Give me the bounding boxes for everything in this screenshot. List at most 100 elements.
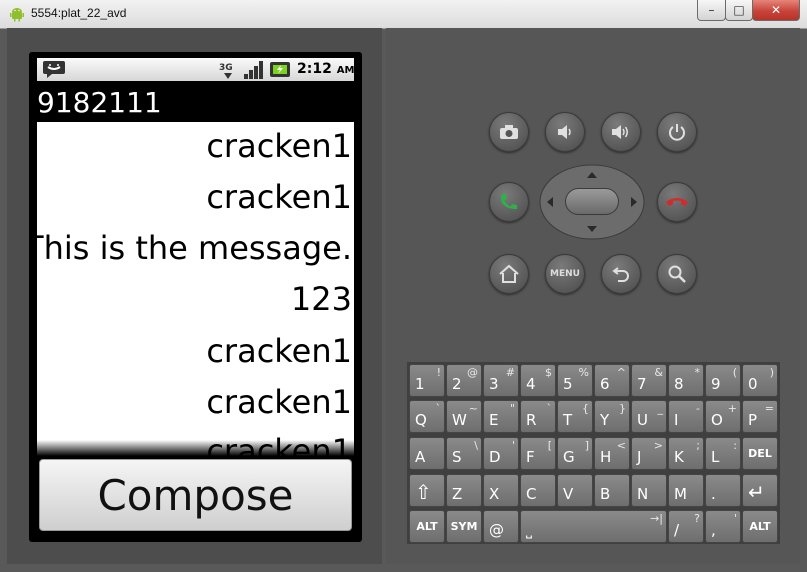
key-label: 4 [526, 375, 536, 393]
key-alt[interactable]: ALT [409, 510, 445, 543]
key-f[interactable]: F[ [520, 437, 556, 470]
key-@[interactable]: @ [483, 510, 519, 543]
key-k[interactable]: K; [668, 437, 704, 470]
key-j[interactable]: J > [631, 437, 667, 470]
end-call-button[interactable] [657, 182, 697, 222]
key-1[interactable]: 1! [409, 364, 445, 397]
power-button[interactable] [657, 112, 697, 152]
key-sym[interactable]: SYM [446, 510, 482, 543]
key-u[interactable]: U _ [631, 400, 667, 433]
key-b[interactable]: B [594, 474, 630, 507]
search-icon [668, 265, 686, 283]
key-r[interactable]: R ` [520, 400, 556, 433]
key-del[interactable]: DEL [742, 437, 778, 470]
key-t[interactable]: T{ [557, 400, 593, 433]
key-a[interactable]: A [409, 437, 445, 470]
volume-down-icon [558, 125, 571, 139]
key-alt-label: ; [696, 439, 700, 452]
key-g[interactable]: G] [557, 437, 593, 470]
battery-charging-icon [270, 62, 290, 77]
search-button[interactable] [657, 254, 697, 294]
key-s[interactable]: S \ [446, 437, 482, 470]
key-,[interactable]: , ' [705, 510, 741, 543]
key-label: ⎵ [526, 521, 533, 539]
dpad[interactable] [539, 164, 645, 240]
hang-up-icon [666, 198, 688, 206]
key-label: 2 [452, 375, 462, 393]
key-label: H [600, 448, 612, 466]
key-4[interactable]: 4 $ [520, 364, 556, 397]
key-alt-label: # [505, 366, 515, 379]
key-shift[interactable]: ⇧ [409, 474, 445, 507]
minimize-button[interactable]: – [697, 0, 726, 21]
message-item[interactable]: 123 [291, 283, 352, 315]
menu-button[interactable]: MENU [545, 254, 585, 294]
key-o[interactable]: O + [705, 400, 741, 433]
key-alt[interactable]: ALT [742, 510, 778, 543]
key-m[interactable]: M [668, 474, 704, 507]
menu-label: MENU [550, 269, 580, 279]
conversation-title: 9182111 [37, 86, 162, 119]
key-enter[interactable]: ↵ [742, 474, 778, 507]
key-i[interactable]: I- [668, 400, 704, 433]
key-label: F [526, 448, 535, 466]
key-0[interactable]: 0) [742, 364, 778, 397]
key-y[interactable]: Y} [594, 400, 630, 433]
key-8[interactable]: 8 * [668, 364, 704, 397]
network-3g-icon: 3G [219, 63, 233, 79]
key-label: 1 [415, 375, 425, 393]
key-5[interactable]: 5% [557, 364, 593, 397]
key-q[interactable]: Q ` [409, 400, 445, 433]
call-button[interactable] [489, 182, 529, 222]
key-d[interactable]: D ' [483, 437, 519, 470]
message-list[interactable]: cracken1 cracken1 This is the message. 1… [37, 122, 354, 456]
key-p[interactable]: P = [742, 400, 778, 433]
key-label: T [563, 411, 573, 429]
key-alt-label: _ [657, 402, 664, 415]
key-alt-label: @ [467, 366, 478, 379]
key-/[interactable]: /? [668, 510, 704, 543]
volume-down-button[interactable] [545, 112, 585, 152]
message-item[interactable]: cracken1 [206, 335, 352, 367]
close-button[interactable]: ✕ [752, 0, 800, 21]
key-2[interactable]: 2 @ [446, 364, 482, 397]
compose-button[interactable]: Compose [39, 459, 352, 531]
key-e[interactable]: E " [483, 400, 519, 433]
key-w[interactable]: W ~ [446, 400, 482, 433]
key-label: U [637, 411, 648, 429]
key-label: R [526, 411, 537, 429]
key-x[interactable]: X [483, 474, 519, 507]
key-alt-label: } [619, 402, 626, 415]
key-label: B [600, 485, 611, 503]
key-9[interactable]: 9( [705, 364, 741, 397]
key-z[interactable]: Z [446, 474, 482, 507]
key-c[interactable]: C [520, 474, 556, 507]
back-button[interactable] [601, 254, 641, 294]
dpad-center-button[interactable] [565, 188, 619, 215]
key-n[interactable]: N [631, 474, 667, 507]
message-item[interactable]: cracken1 [206, 130, 352, 162]
key-label: 9 [711, 375, 721, 393]
camera-icon [500, 125, 518, 139]
key-label: E [489, 411, 499, 429]
message-item[interactable]: cracken1 [206, 181, 352, 213]
back-icon [612, 267, 629, 282]
home-button[interactable] [489, 254, 529, 294]
key-7[interactable]: 7 & [631, 364, 667, 397]
key-alt-label: $ [545, 366, 552, 379]
title-bar: 5554:plat_22_avd – □ ✕ [0, 0, 807, 29]
key-h[interactable]: H < [594, 437, 630, 470]
volume-up-button[interactable] [601, 112, 641, 152]
key-label: X [489, 485, 500, 503]
key-.[interactable]: . [705, 474, 741, 507]
key-6[interactable]: 6 ^ [594, 364, 630, 397]
key-3[interactable]: 3 # [483, 364, 519, 397]
maximize-button[interactable]: □ [725, 0, 753, 21]
key-v[interactable]: V [557, 474, 593, 507]
message-item[interactable]: cracken1 [206, 386, 352, 418]
key-space[interactable]: ⎵ →| [520, 510, 667, 543]
message-item[interactable]: This is the message. [37, 232, 352, 264]
key-alt-label: = [764, 402, 774, 415]
camera-button[interactable] [489, 112, 529, 152]
key-l[interactable]: L: [705, 437, 741, 470]
